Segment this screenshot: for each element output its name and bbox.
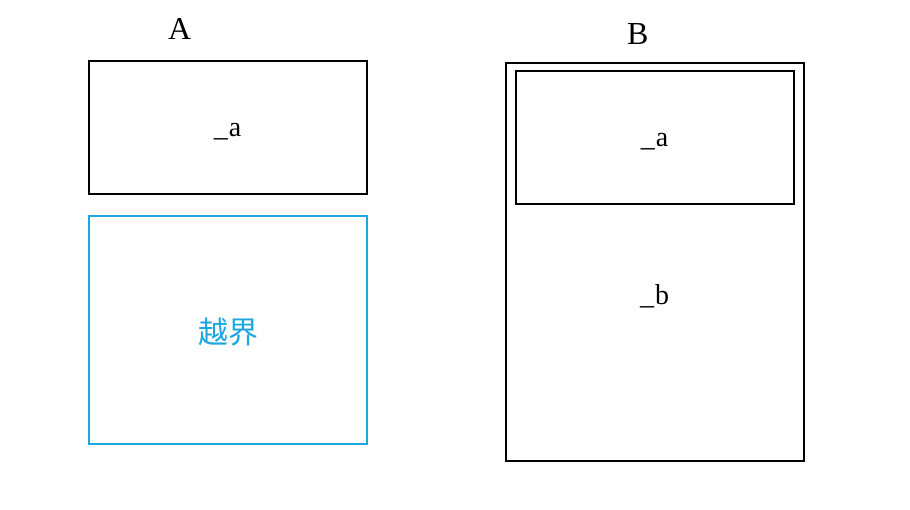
left-overflow-box: 越界 (88, 215, 368, 445)
left-title-label: A (168, 10, 191, 47)
right-title-label: B (627, 15, 648, 52)
right-inner-b-text: _b (640, 280, 670, 311)
left-overflow-text: 越界 (198, 308, 258, 352)
right-inner-a-box: _a (515, 70, 795, 205)
left-box-a: _a (88, 60, 368, 195)
right-inner-a-text: _a (641, 122, 669, 154)
left-box-a-text: _a (214, 112, 242, 144)
right-inner-b-text-wrap: _b (505, 280, 805, 312)
